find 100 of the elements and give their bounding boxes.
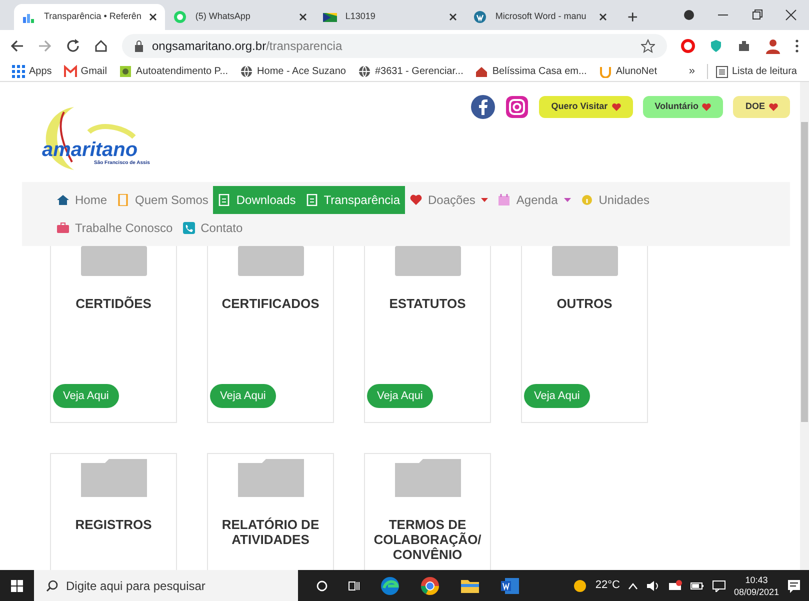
avatar-icon[interactable] bbox=[765, 38, 781, 54]
search-field[interactable]: Digite aqui para pesquisar bbox=[34, 570, 298, 601]
search-icon bbox=[46, 580, 58, 592]
chrome-icon[interactable] bbox=[420, 576, 440, 596]
globe-icon bbox=[358, 65, 371, 78]
o-icon[interactable] bbox=[681, 39, 695, 53]
header-button[interactable]: Voluntário bbox=[642, 96, 724, 118]
bookmark[interactable]: Apps bbox=[12, 64, 52, 79]
m-icon bbox=[64, 65, 77, 78]
phone-icon bbox=[182, 222, 195, 234]
reading-list[interactable]: Lista de leitura bbox=[706, 64, 797, 79]
battery-icon[interactable] bbox=[690, 580, 704, 590]
bookmark[interactable]: Home - Ace Suzano bbox=[240, 64, 346, 79]
bookmark[interactable]: Gmail bbox=[64, 64, 107, 79]
leaf-icon bbox=[118, 65, 132, 78]
close-icon[interactable] bbox=[299, 13, 308, 21]
home-icon[interactable] bbox=[94, 39, 108, 53]
briefcase-icon bbox=[57, 222, 69, 234]
clock-time: 10:43 bbox=[745, 574, 768, 586]
card-title: CERTIFICADOS bbox=[220, 296, 320, 311]
header-button[interactable]: Quero Visitar bbox=[539, 96, 633, 118]
speaker-icon[interactable] bbox=[646, 580, 660, 592]
browser-tab[interactable]: Microsoft Word - manu bbox=[465, 4, 616, 30]
reload-icon[interactable] bbox=[66, 39, 80, 53]
document-icon bbox=[306, 194, 318, 206]
shield-icon[interactable] bbox=[709, 39, 723, 53]
search-placeholder: Digite aqui para pesquisar bbox=[66, 578, 206, 594]
clock[interactable]: 10:43 08/09/2021 bbox=[734, 574, 779, 598]
restore-icon[interactable] bbox=[751, 9, 763, 21]
close-icon[interactable] bbox=[785, 9, 797, 21]
bookmark[interactable]: Belíssima Casa em... bbox=[475, 64, 587, 79]
nav-link[interactable]: Home bbox=[52, 186, 112, 214]
header-button[interactable]: DOE bbox=[733, 96, 790, 118]
list-icon bbox=[716, 66, 728, 78]
document-icon bbox=[218, 194, 230, 206]
word-icon[interactable] bbox=[500, 576, 520, 594]
overflow-button[interactable]: » bbox=[688, 63, 695, 80]
close-icon[interactable] bbox=[449, 13, 458, 21]
home-icon bbox=[57, 194, 69, 206]
new-tab-button[interactable]: + bbox=[615, 4, 650, 30]
address-bar[interactable]: ongsamaritano.org.br/transparencia bbox=[122, 34, 667, 58]
close-icon[interactable] bbox=[599, 13, 608, 21]
instagram-icon[interactable] bbox=[505, 95, 530, 119]
card-title: CERTIDÕES bbox=[74, 296, 152, 311]
facebook-icon[interactable] bbox=[471, 95, 496, 119]
clock-date: 08/09/2021 bbox=[734, 586, 779, 598]
tab-title: Transparência • Referên bbox=[44, 10, 142, 24]
temperature: 22°C bbox=[595, 578, 620, 594]
nav-link[interactable]: Doações bbox=[405, 186, 494, 214]
close-icon[interactable] bbox=[149, 13, 158, 21]
network-icon[interactable] bbox=[668, 580, 682, 592]
chevron-up-icon[interactable] bbox=[628, 582, 638, 590]
folder-icon bbox=[238, 459, 304, 497]
message-icon[interactable] bbox=[712, 580, 726, 592]
heart-icon bbox=[769, 103, 778, 111]
scrollbar[interactable] bbox=[800, 82, 809, 570]
w-circle-icon bbox=[473, 10, 488, 24]
grid-icon bbox=[12, 65, 25, 78]
card-title: REGISTROS bbox=[74, 517, 153, 532]
card-title: RELATÓRIO DE ATIVIDADES bbox=[220, 517, 320, 547]
u-icon bbox=[598, 65, 612, 78]
folder-icon bbox=[80, 246, 146, 276]
card-title: ESTATUTOS bbox=[388, 296, 467, 311]
chat-bubble-icon bbox=[173, 10, 188, 24]
edge-icon[interactable] bbox=[380, 576, 400, 596]
tab-title: L13019 bbox=[345, 10, 376, 24]
folder-icon bbox=[394, 246, 460, 276]
nav-link[interactable]: Trabalhe Conosco bbox=[52, 214, 178, 242]
flag-icon bbox=[323, 10, 338, 24]
folder-icon bbox=[80, 459, 146, 497]
url-text: ongsamaritano.org.br/transparencia bbox=[152, 38, 342, 55]
nav-link[interactable]: Contato bbox=[178, 214, 248, 242]
folder-icon bbox=[238, 246, 304, 276]
nav-link[interactable]: Quem Somos bbox=[112, 186, 214, 214]
notification-icon[interactable] bbox=[787, 578, 801, 592]
house-icon bbox=[475, 65, 488, 78]
browser-tab[interactable]: (5) WhatsApp bbox=[165, 4, 316, 30]
back-icon[interactable] bbox=[10, 39, 24, 53]
browser-tab[interactable]: Transparência • Referên bbox=[14, 4, 166, 30]
bookmark[interactable]: AlunoNet bbox=[598, 64, 657, 79]
star-icon[interactable] bbox=[641, 39, 655, 53]
nav-link[interactable]: Agenda bbox=[493, 186, 576, 214]
heart-icon bbox=[410, 194, 422, 206]
book-icon bbox=[117, 194, 130, 206]
task-view-icon[interactable] bbox=[348, 580, 360, 592]
lock-icon bbox=[134, 40, 144, 52]
nav-link[interactable]: Unidades bbox=[576, 186, 654, 214]
circle-icon[interactable] bbox=[683, 9, 695, 21]
globe-icon bbox=[240, 65, 254, 78]
circle-icon[interactable] bbox=[316, 580, 328, 592]
puzzle-icon[interactable] bbox=[737, 39, 751, 53]
heart-icon bbox=[702, 103, 712, 111]
bookmark[interactable]: Autoatendimento P... bbox=[118, 64, 228, 79]
folder-icon bbox=[394, 459, 460, 497]
calendar-icon bbox=[498, 194, 510, 206]
bookmark[interactable]: #3631 - Gerenciar... bbox=[358, 64, 464, 79]
info-icon bbox=[580, 194, 593, 206]
menu-icon[interactable] bbox=[795, 39, 799, 53]
browser-tab[interactable]: L13019 bbox=[315, 4, 466, 30]
sun-icon bbox=[573, 578, 588, 592]
